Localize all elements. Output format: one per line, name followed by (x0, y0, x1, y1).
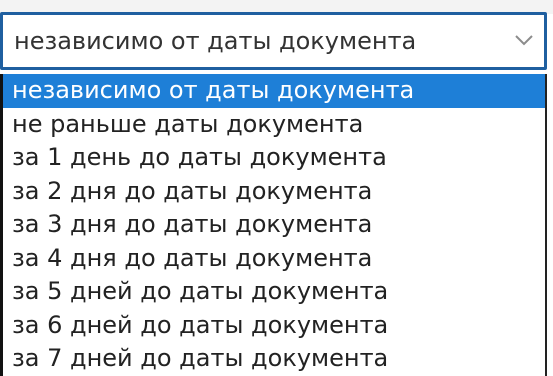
date-condition-select[interactable]: независимо от даты документа (0, 12, 547, 70)
dropdown-option[interactable]: за 3 дня до даты документа (3, 208, 545, 242)
dropdown-option[interactable]: за 7 дней до даты документа (3, 342, 545, 376)
dropdown-option[interactable]: не раньше даты документа (3, 108, 545, 142)
dropdown-option[interactable]: за 4 дня до даты документа (3, 242, 545, 276)
dropdown-option[interactable]: за 1 день до даты документа (3, 141, 545, 175)
dropdown-option[interactable]: за 6 дней до даты документа (3, 309, 545, 343)
chevron-down-icon[interactable] (513, 27, 535, 53)
dropdown-option[interactable]: независимо от даты документа (3, 74, 545, 108)
select-current-value: независимо от даты документа (14, 27, 417, 55)
dropdown-option[interactable]: за 2 дня до даты документа (3, 175, 545, 209)
dropdown-options-list[interactable]: независимо от даты документа не раньше д… (0, 74, 547, 376)
dropdown-option[interactable]: за 5 дней до даты документа (3, 275, 545, 309)
